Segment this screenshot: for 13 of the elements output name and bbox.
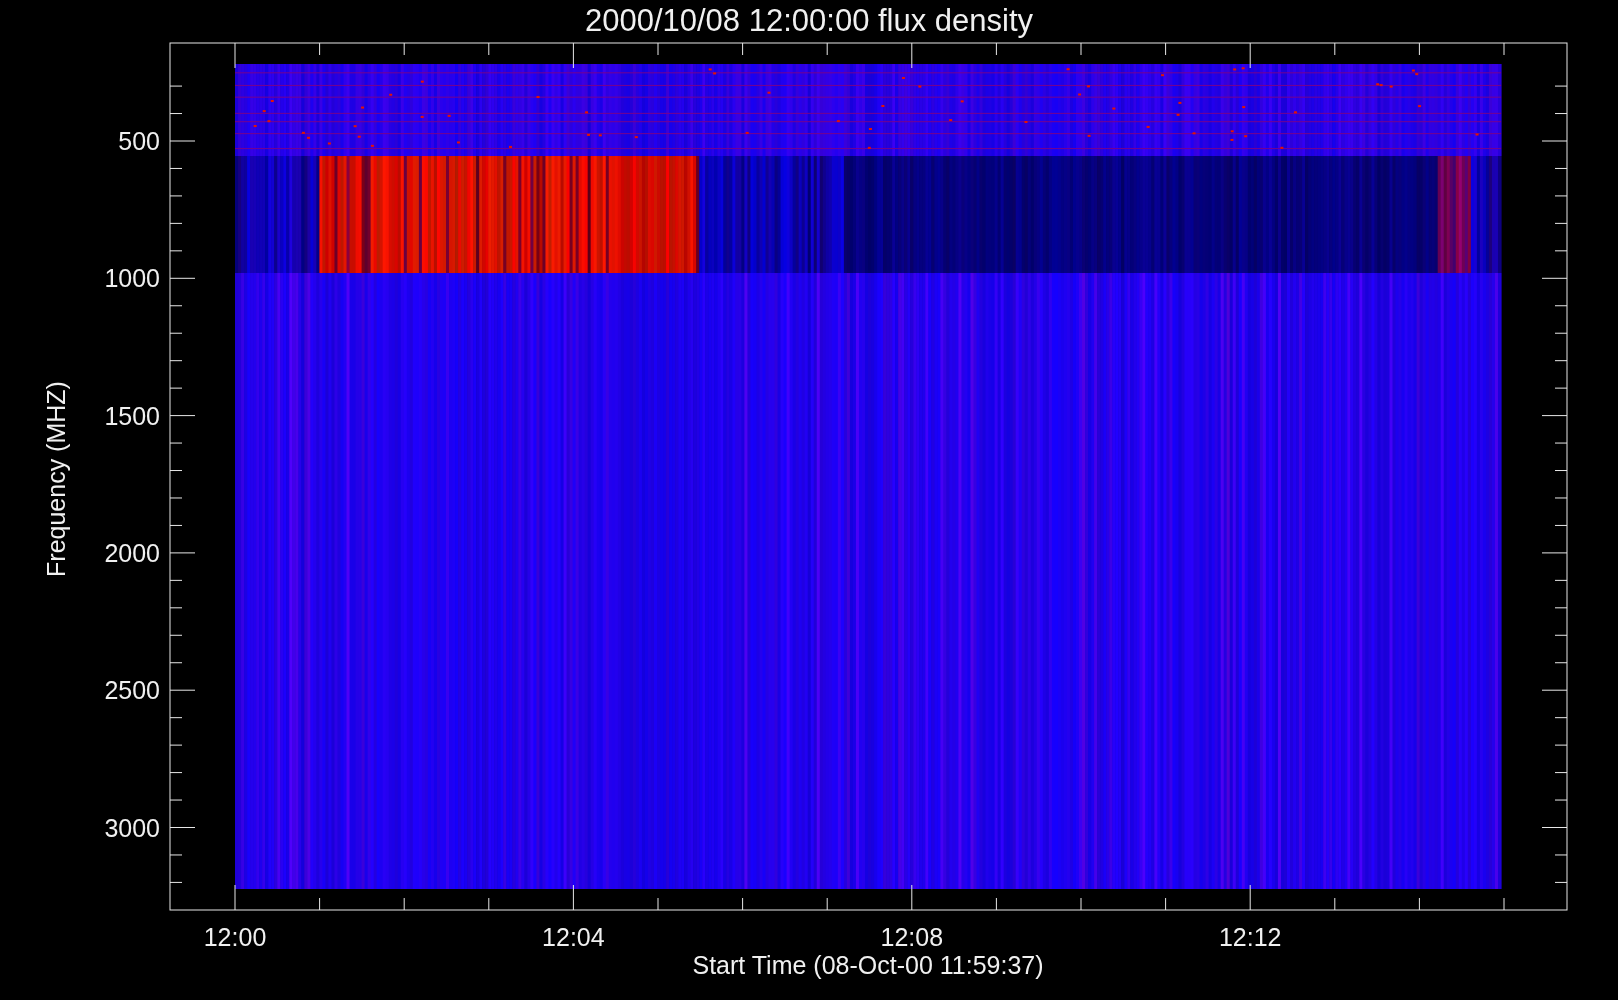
y-axis-label: Frequency (MHZ) — [42, 381, 70, 577]
y-tick-label: 2000 — [104, 538, 160, 567]
x-tick-label: 12:08 — [880, 923, 944, 951]
y-tick-label: 1000 — [104, 264, 160, 293]
y-tick-label: 500 — [118, 127, 160, 155]
x-tick-label: 12:12 — [1218, 923, 1282, 951]
x-axis-label: Start Time (08-Oct-00 11:59:37) — [692, 951, 1044, 979]
y-tick-label: 1500 — [104, 401, 160, 430]
y-tick-label: 3000 — [104, 813, 160, 842]
plot-title: 2000/10/08 12:00:00 flux density — [584, 3, 1034, 38]
x-tick-label: 12:00 — [203, 923, 267, 951]
y-tick-label: 2500 — [104, 676, 160, 705]
x-tick-label: 12:04 — [542, 923, 605, 951]
